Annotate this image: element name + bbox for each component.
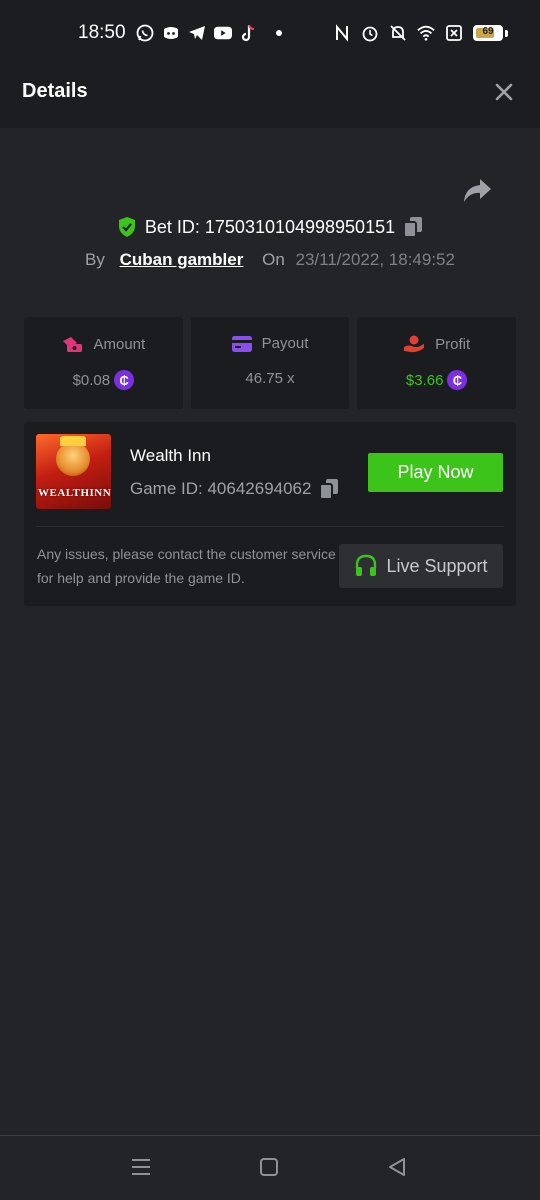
details-header: Details: [0, 56, 540, 128]
payout-card-icon: [231, 335, 252, 352]
game-card: WEALTHINN Wealth Inn Game ID: 4064269406…: [24, 422, 516, 606]
bet-id-text: Bet ID: 1750310104998950151: [144, 216, 396, 237]
nfc-icon: [333, 24, 351, 42]
verified-shield-icon: [118, 217, 135, 237]
coin-icon: ₵: [114, 370, 135, 390]
profit-card: Profit $3.66 ₵: [357, 317, 517, 409]
coin-icon: ₵: [447, 370, 468, 390]
payout-label: Payout: [261, 335, 309, 352]
headset-icon: [356, 554, 377, 576]
menu-icon: [132, 1159, 150, 1175]
back-triangle-icon: [389, 1158, 405, 1176]
more-notifications-dot-icon: [276, 30, 282, 36]
payout-card: Payout 46.75 x: [190, 317, 350, 409]
game-thumbnail[interactable]: WEALTHINN: [36, 434, 111, 509]
close-icon: [495, 83, 513, 101]
copy-icon: [403, 217, 423, 238]
bet-stats: Amount $0.08 ₵ Payout 46.75 x Profit $3.…: [24, 317, 517, 409]
payout-value: 46.75 x: [245, 370, 295, 387]
bet-datetime: 23/11/2022, 18:49:52: [295, 250, 455, 269]
thumbnail-character: [56, 442, 90, 476]
thumbnail-logo: WEALTHINN: [38, 487, 111, 499]
close-button[interactable]: [492, 80, 516, 104]
alarm-icon: [361, 24, 379, 42]
home-button[interactable]: [258, 1156, 282, 1180]
wifi-icon: [417, 24, 435, 42]
system-nav-bar: [0, 1135, 540, 1200]
amount-icon: [63, 337, 83, 352]
whatsapp-icon: [136, 24, 154, 42]
page-title: Details: [22, 80, 88, 102]
profit-label: Profit: [435, 335, 471, 353]
notification-icons: [136, 24, 282, 42]
back-button[interactable]: [386, 1156, 410, 1180]
game-id-text: Game ID: 40642694062: [130, 479, 312, 498]
no-sim-icon: [445, 24, 463, 42]
game-id-row: Game ID: 40642694062: [130, 478, 339, 500]
by-label: By: [85, 250, 105, 269]
copy-icon: [319, 479, 339, 500]
telegram-icon: [188, 24, 206, 42]
battery-icon: 69: [473, 25, 503, 41]
profit-hand-icon: [404, 335, 425, 353]
system-status-icons: 69: [333, 24, 508, 42]
share-icon: [464, 179, 491, 202]
live-support-button[interactable]: Live Support: [339, 544, 503, 588]
amount-label: Amount: [93, 335, 146, 353]
battery-tip: [505, 29, 508, 37]
share-button[interactable]: [460, 176, 494, 206]
username-link[interactable]: Cuban gambler: [120, 250, 244, 269]
thumbnail-crown: [60, 436, 86, 446]
play-now-button[interactable]: Play Now: [368, 453, 503, 492]
on-label: On: [262, 250, 285, 269]
amount-card: Amount $0.08 ₵: [24, 317, 183, 409]
recent-apps-button[interactable]: [130, 1156, 154, 1180]
game-name: Wealth Inn: [130, 446, 211, 465]
home-square-icon: [260, 1158, 278, 1176]
tiktok-icon: [240, 24, 258, 42]
help-text: Any issues, please contact the customer …: [37, 546, 336, 586]
live-support-label: Live Support: [386, 555, 488, 576]
mute-bell-icon: [389, 24, 407, 42]
bet-id-row: Bet ID: 1750310104998950151: [0, 216, 540, 238]
copy-game-id-button[interactable]: [319, 478, 339, 500]
bet-author-row: By Cuban gambler On 23/11/2022, 18:49:52: [0, 250, 540, 270]
copy-bet-id-button[interactable]: [403, 216, 423, 238]
profit-value: $3.66: [405, 371, 444, 389]
card-divider: [36, 526, 504, 527]
status-bar: 18:50 69: [0, 0, 540, 56]
discord-icon: [162, 24, 180, 42]
battery-percentage: 69: [482, 26, 494, 37]
amount-value: $0.08: [72, 371, 111, 389]
youtube-icon: [214, 24, 232, 42]
status-time: 18:50: [78, 22, 126, 43]
